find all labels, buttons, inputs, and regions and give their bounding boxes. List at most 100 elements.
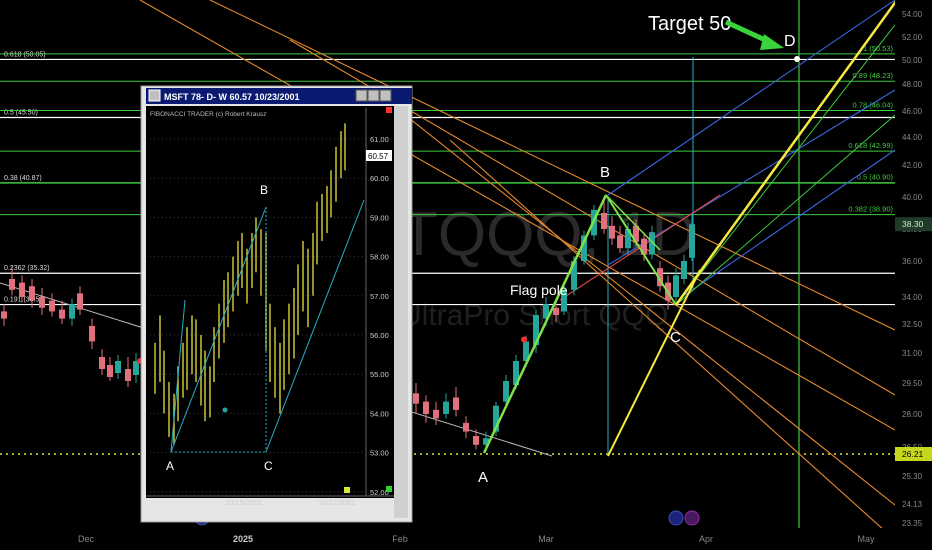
candle-body [423,401,429,414]
price-tick-label: 29.50 [902,379,923,388]
candle-body [107,365,113,377]
candle-body [609,225,615,239]
price-tick-label: 42.00 [902,161,923,170]
fib-right-label: 0.78 (46.04) [853,100,894,109]
candle-body [89,325,95,342]
price-axis: 54.00 52.00 50.00 48.00 46.00 44.00 42.00 40.00… [895,0,932,528]
candle-body [433,409,439,419]
signal-dot [521,336,527,343]
price-tick-label: 40.00 [902,193,923,202]
inset-y-tick: 57.00 [370,292,389,301]
inset-red-square [386,107,392,113]
minimize-button[interactable] [355,89,368,102]
candle-body [463,422,469,432]
price-tick-label: 28.00 [902,410,923,419]
inset-dot [222,407,228,413]
fib-right-label: 0.618 (42.99) [848,141,893,150]
last-price-text: 38.30 [902,219,924,229]
inset-x-label: 10/22/2001 [318,498,356,507]
price-tick-label: 50.00 [902,56,923,65]
label-c: C [670,329,681,346]
price-tick-label: 24.13 [902,500,923,509]
time-axis-label: May [857,534,875,544]
inset-y-tick: 53.00 [370,449,389,458]
label-b: B [600,164,610,181]
candle-body [29,286,35,301]
label-a: A [478,469,488,486]
candle-body [39,297,45,308]
fib-left-label: 0.618 (50.05) [4,51,46,58]
candle-body [99,357,105,369]
inset-y-tick: 54.00 [370,409,389,418]
price-tick-label: 44.00 [902,133,923,142]
candle-body [681,261,687,279]
dividend-icon [668,510,684,526]
baseline-price-text: 26.21 [902,449,924,459]
candle-body [553,307,559,315]
inset-y-tick: 60.00 [370,174,389,183]
inset-price-tag: 60.57 [368,152,389,161]
inset-label-b: B [260,183,268,197]
inset-y-tick: 59.00 [370,213,389,222]
candle-body [689,224,695,258]
fib-right-label: 1 (50.53) [863,44,894,53]
inset-y-tick: 52.00 [370,488,389,497]
price-tick-label: 36.00 [902,257,923,266]
candle-body [601,213,607,229]
target-label: Target 50 [648,13,731,35]
inset-scrollbar[interactable] [394,106,408,518]
candle-body [115,361,121,373]
candle-body [59,309,65,319]
inset-yellow-square [344,487,350,493]
candle-body [413,393,419,404]
price-tick-label: 46.00 [902,107,923,116]
inset-y-tick: 55.00 [370,370,389,379]
time-axis-label: Feb [392,534,408,544]
candle-body [617,235,623,249]
inset-x-label: 10/15/2001 [225,498,263,507]
inset-title: MSFT 78- D- W 60.57 10/23/2001 [164,92,300,102]
price-tick-label: 23.35 [902,519,923,528]
time-axis-label: 2025 [233,534,253,544]
flag-pole-label: Flag pole [510,282,568,298]
price-tick-label: 31.00 [902,349,923,358]
candle-body [503,381,509,402]
time-axis-label: Apr [699,534,713,544]
point-d-marker [794,56,800,62]
inset-window[interactable]: MSFT 78- D- W 60.57 10/23/2001 FIBONACCI … [140,85,413,523]
candle-body [673,275,679,297]
chart-background [0,0,932,550]
inset-label-a: A [166,459,174,473]
fib-right-label: 0.5 (40.90) [857,173,894,182]
split-icon [684,510,700,526]
candle-body [443,401,449,414]
candle-body [19,282,25,297]
inset-y-tick: 56.00 [370,331,389,340]
price-tick-label: 32.50 [902,320,923,329]
price-tick-label: 52.00 [902,33,923,42]
price-tick-label: 25.30 [902,472,923,481]
label-d: D [784,33,796,50]
candle-body [1,311,7,319]
fib-right-label: 0.89 (48.23) [853,71,894,80]
candle-body [125,369,131,381]
inset-label-c: C [264,459,273,473]
time-axis-bg [0,528,932,550]
time-axis-label: Mar [538,534,554,544]
price-tick-label: 34.00 [902,293,923,302]
candle-body [453,397,459,410]
price-tick-label: 48.00 [902,80,923,89]
close-button[interactable] [379,89,392,102]
price-tick-label: 54.00 [902,10,923,19]
inset-green-square [386,486,392,492]
inset-y-tick: 58.00 [370,253,389,262]
inset-subtitle: FIBONACCI TRADER (c) Robert Krausz [150,111,267,118]
inset-y-tick: 61.00 [370,135,389,144]
candle-body [9,279,15,290]
candle-body [69,304,75,319]
chart-canvas: TQQQ, 1D UltraPro Short QQQ 0.618 (50.05… [0,0,932,550]
candle-body [49,300,55,312]
inset-plot-area [146,106,394,498]
maximize-button[interactable] [367,89,380,102]
fib-left-label: 0.2362 (35.32) [4,265,50,272]
